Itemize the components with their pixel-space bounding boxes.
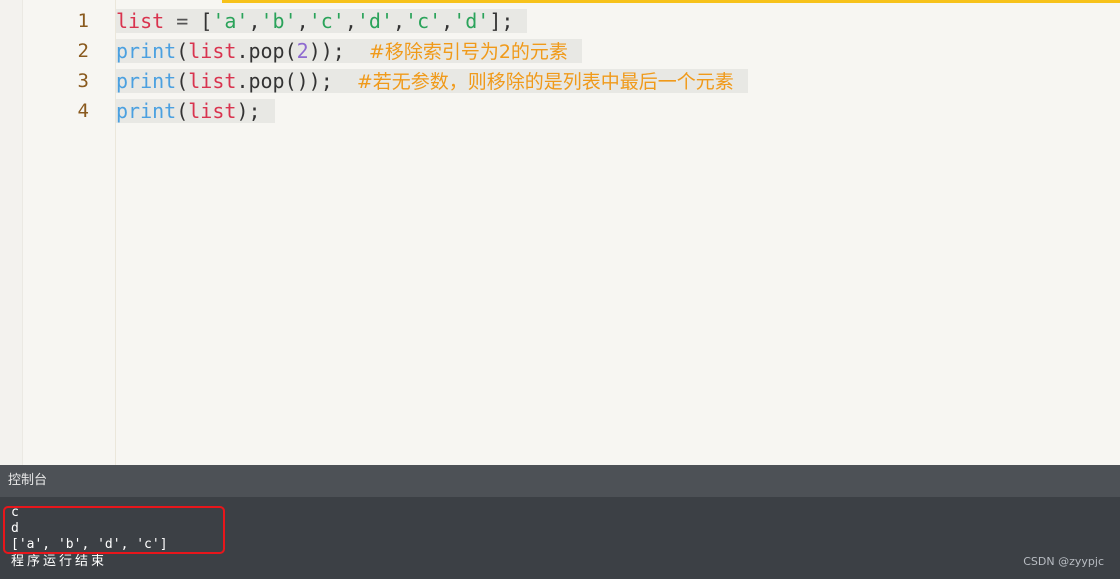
code-line-content: print(list.pop()); #若无参数，则移除的是列表中最后一个元素 xyxy=(116,69,748,93)
code-line-1[interactable]: list = ['a','b','c','d','c','d']; xyxy=(116,6,528,36)
code-string: 'c' xyxy=(405,9,442,33)
code-punctuation: ( xyxy=(176,99,189,123)
code-function: print xyxy=(116,69,177,93)
code-comment: #移除索引号为2的元素 xyxy=(368,41,568,63)
code-operator: = xyxy=(164,9,201,33)
line-number: 4 xyxy=(77,100,89,122)
code-line-content: list = ['a','b','c','d','c','d']; xyxy=(116,9,528,33)
code-line-3[interactable]: print(list.pop()); #若无参数，则移除的是列表中最后一个元素 xyxy=(116,66,748,96)
code-string: 'd' xyxy=(356,9,393,33)
code-punctuation: ]; xyxy=(489,9,514,33)
code-punctuation: .pop( xyxy=(236,39,297,63)
code-line-4[interactable]: print(list); xyxy=(116,96,275,126)
code-function: print xyxy=(116,99,177,123)
code-punctuation: [ xyxy=(200,9,213,33)
line-number: 3 xyxy=(77,70,89,92)
code-comment: #若无参数，则移除的是列表中最后一个元素 xyxy=(356,71,734,93)
code-punctuation: ( xyxy=(176,69,189,93)
line-number: 2 xyxy=(77,40,89,62)
code-punctuation: .pop()); xyxy=(236,69,357,93)
code-editor[interactable]: 1 2 3 4 list = ['a','b','c','d','c','d']… xyxy=(0,0,1120,465)
console-output-panel[interactable]: c d ['a', 'b', 'd', 'c'] 程序运行结束 CSDN @zy… xyxy=(0,497,1120,579)
line-number-gutter: 1 2 3 4 xyxy=(23,0,116,465)
editor-left-strip xyxy=(0,0,23,465)
ide-window: 1 2 3 4 list = ['a','b','c','d','c','d']… xyxy=(0,0,1120,579)
code-string: 'd' xyxy=(453,9,490,33)
console-output-line: d xyxy=(11,521,19,536)
csdn-watermark: CSDN @zyypjc xyxy=(1023,555,1104,568)
code-punctuation: , xyxy=(392,9,406,33)
program-finished-message: 程序运行结束 xyxy=(11,554,108,569)
code-punctuation: , xyxy=(248,9,261,33)
code-punctuation: , xyxy=(296,9,309,33)
code-punctuation: ); xyxy=(236,99,261,123)
code-variable: list xyxy=(188,39,237,63)
code-punctuation: , xyxy=(441,9,454,33)
code-variable: list xyxy=(188,99,237,123)
code-number: 2 xyxy=(296,39,309,63)
active-tab-indicator xyxy=(222,0,1120,3)
code-string: 'a' xyxy=(212,9,249,33)
code-line-content: print(list); xyxy=(116,99,275,123)
code-punctuation: ( xyxy=(176,39,189,63)
console-output-line: ['a', 'b', 'd', 'c'] xyxy=(11,537,168,552)
code-variable: list xyxy=(188,69,237,93)
code-string: 'c' xyxy=(308,9,345,33)
console-title[interactable]: 控制台 xyxy=(0,465,1120,497)
code-string: 'b' xyxy=(260,9,297,33)
code-line-2[interactable]: print(list.pop(2)); #移除索引号为2的元素 xyxy=(116,36,582,66)
code-punctuation: , xyxy=(344,9,357,33)
code-variable: list xyxy=(116,9,165,33)
code-punctuation: )); xyxy=(308,39,369,63)
line-number: 1 xyxy=(77,10,89,32)
console-output-line: c xyxy=(11,505,19,520)
code-function: print xyxy=(116,39,177,63)
code-line-content: print(list.pop(2)); #移除索引号为2的元素 xyxy=(116,39,582,63)
